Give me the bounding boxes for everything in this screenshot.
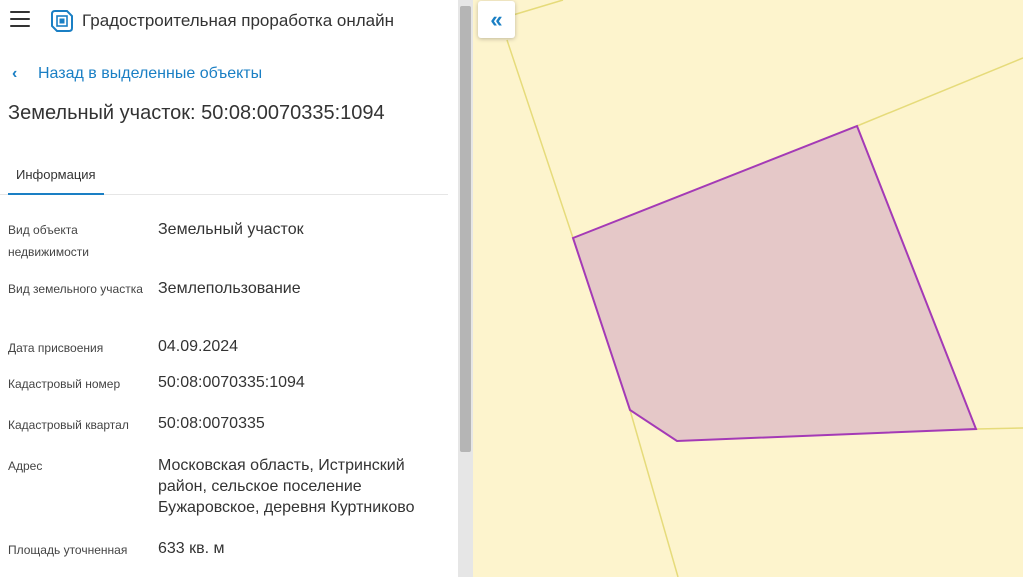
back-link-label: Назад в выделенные объекты [38,65,263,82]
selected-land-parcel[interactable] [571,124,978,443]
sidebar: Градостроительная проработка онлайн ‹ Наз… [0,0,458,577]
info-label-assignment-date: Дата присвоения [8,341,104,355]
sidebar-scrollbar[interactable] [458,0,473,577]
scrollbar-thumb[interactable] [460,6,471,452]
info-value-parcel-type: Землепользование [158,280,301,297]
app-title: Градостроительная проработка онлайн [82,11,394,30]
neighbor-boundary-line [506,39,574,239]
neighbor-boundary-line [856,57,1023,127]
info-label-address: Адрес [8,459,43,473]
map-view[interactable] [473,0,1023,577]
info-value-cadastral-quarter: 50:08:0070335 [158,415,265,432]
app-header: Градостроительная проработка онлайн [0,0,458,42]
info-label-object-type: Вид объекта недвижимости [8,223,89,259]
hamburger-icon[interactable] [10,11,30,29]
neighbor-boundary-line [512,0,564,16]
info-label-cadastral-quarter: Кадастровый квартал [8,418,129,432]
app-logo-icon [51,10,73,32]
double-chevron-left-icon: « [490,6,503,32]
info-label-cadastral-number: Кадастровый номер [8,377,121,391]
map-canvas[interactable] [473,0,1023,577]
tab-information[interactable]: Информация [8,158,104,195]
info-value-address: Московская область, Истринский район, се… [158,457,415,516]
back-to-selected-link[interactable]: ‹ Назад в выделенные объекты [12,65,262,83]
info-label-parcel-type: Вид земельного участка [8,282,143,296]
info-value-area: 633 кв. м [158,540,225,557]
info-value-cadastral-number: 50:08:0070335:1094 [158,374,305,391]
collapse-panel-button[interactable]: « [478,1,515,38]
page-title: Земельный участок: 50:08:0070335:1094 [8,102,385,124]
neighbor-boundary-line [975,427,1023,430]
info-value-object-type: Земельный участок [158,221,304,238]
info-value-assignment-date: 04.09.2024 [158,338,239,355]
info-label-area: Площадь уточненная [8,543,128,557]
tab-bar: Информация [0,158,448,195]
chevron-left-icon: ‹ [12,65,18,82]
